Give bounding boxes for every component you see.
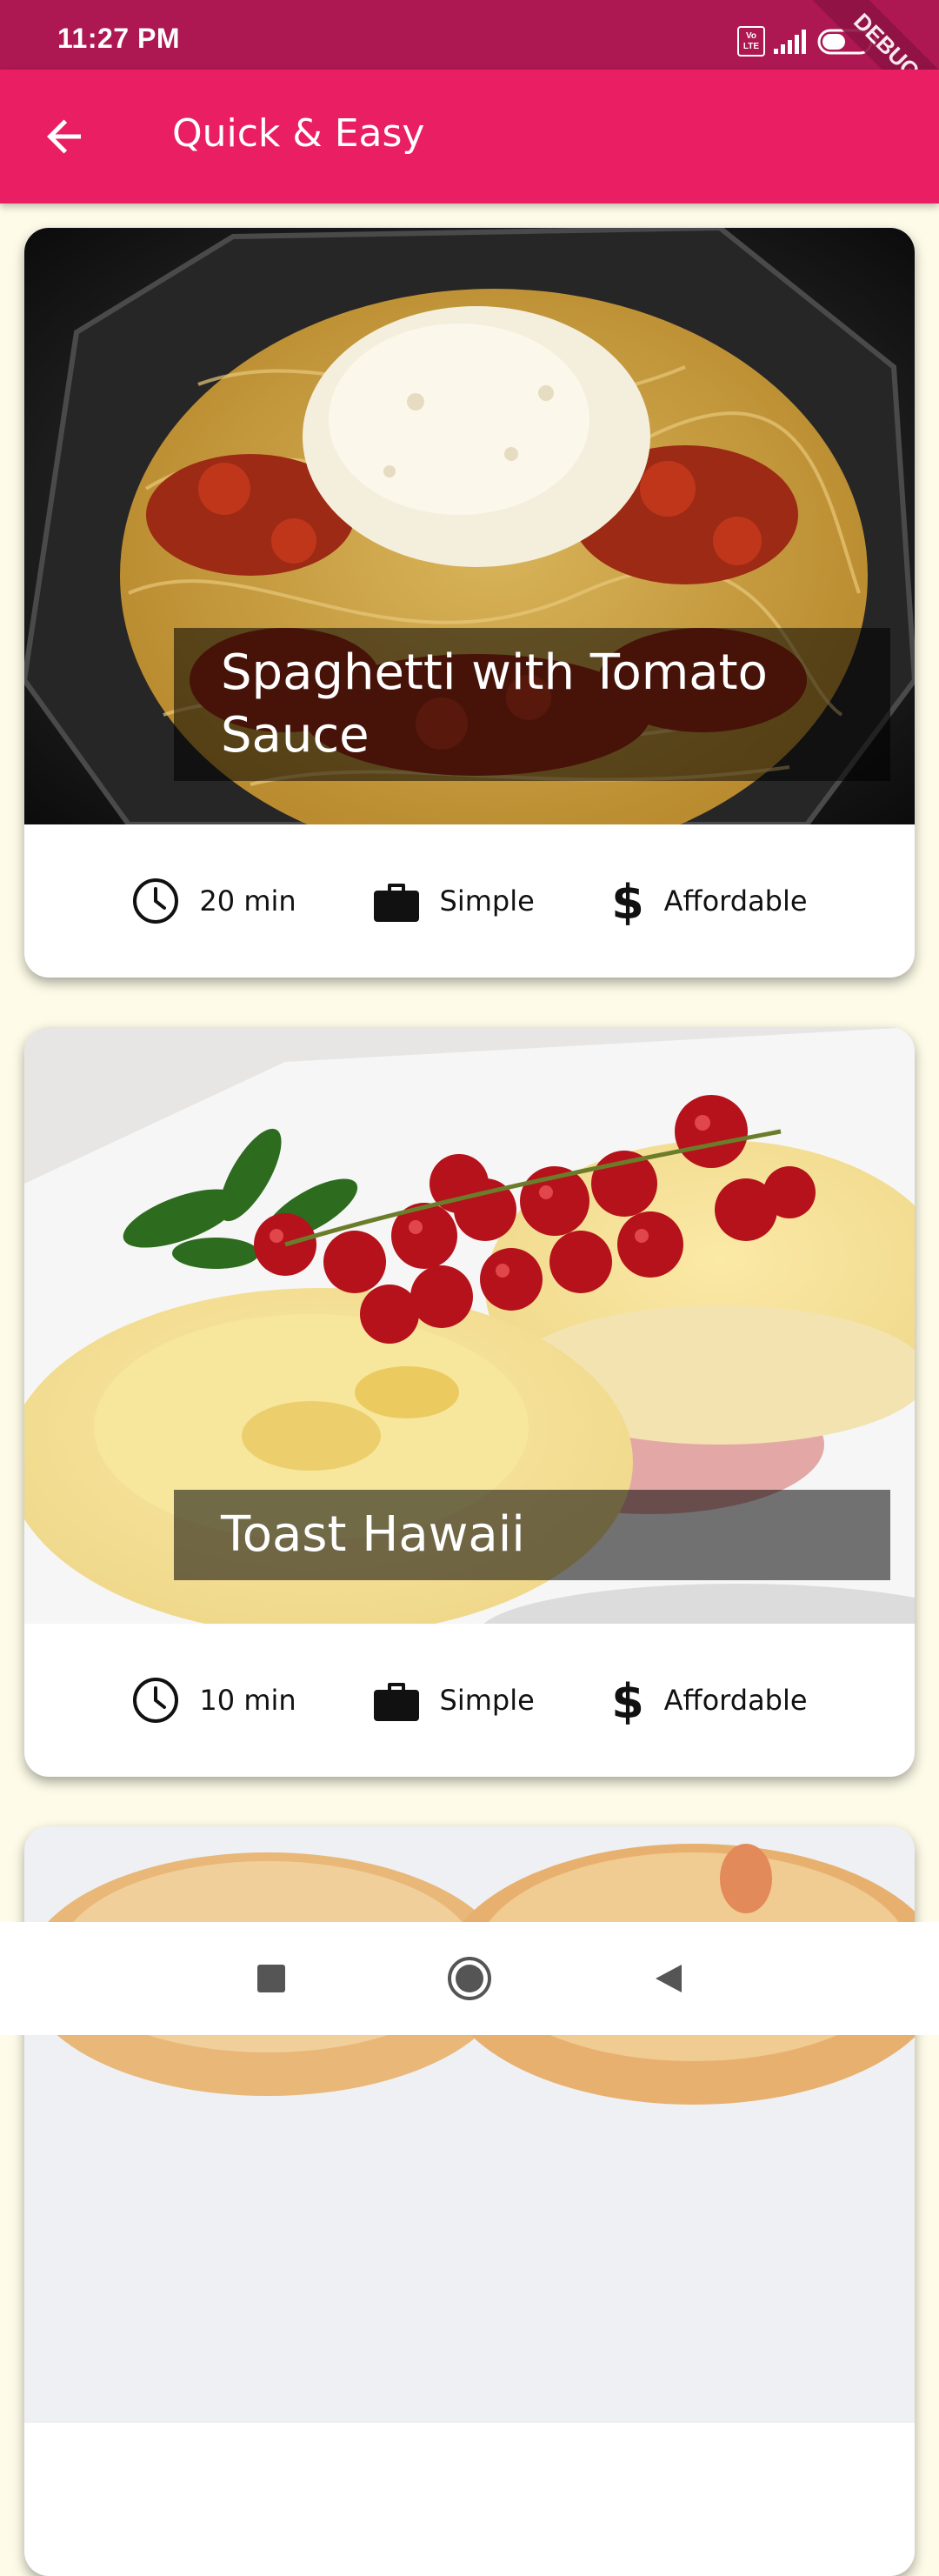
status-bar: 11:27 PM Vo LTE DEBUG bbox=[0, 0, 939, 141]
meal-affordability-text: Affordable bbox=[663, 1684, 808, 1717]
meal-duration: 10 min bbox=[131, 1676, 296, 1725]
signal-icon bbox=[774, 29, 806, 54]
dollar-icon: $ bbox=[611, 877, 644, 925]
app-bar: Quick & Easy bbox=[0, 70, 939, 204]
dollar-icon: $ bbox=[611, 1676, 644, 1725]
meal-card[interactable]: Toast Hawaii 10 min Simple $ Affordable bbox=[24, 1027, 915, 1777]
meal-image-partial bbox=[24, 1826, 915, 2423]
clock-icon bbox=[133, 1678, 179, 1723]
meal-duration-text: 10 min bbox=[199, 1684, 296, 1717]
back-nav-button[interactable] bbox=[650, 1961, 685, 1996]
meal-title-overlay: Toast Hawaii bbox=[174, 1490, 890, 1580]
page-title: Quick & Easy bbox=[172, 111, 425, 156]
meal-duration: 20 min bbox=[131, 877, 296, 925]
clock-icon bbox=[133, 878, 179, 924]
meal-title: Toast Hawaii bbox=[221, 1506, 525, 1563]
meal-image-toast-hawaii: Toast Hawaii bbox=[24, 1027, 915, 1624]
back-button[interactable] bbox=[35, 106, 96, 167]
briefcase-icon bbox=[373, 884, 419, 922]
meal-image-spaghetti: Spaghetti with Tomato Sauce bbox=[24, 228, 915, 824]
meal-complexity-text: Simple bbox=[439, 884, 535, 918]
arrow-back-icon bbox=[47, 119, 81, 154]
status-time: 11:27 PM bbox=[57, 23, 180, 54]
meal-title-overlay: Spaghetti with Tomato Sauce bbox=[174, 628, 890, 781]
system-nav-bar bbox=[0, 1922, 939, 2035]
recents-button[interactable] bbox=[254, 1961, 289, 1996]
meal-meta-row: 20 min Simple $ Affordable bbox=[24, 824, 915, 978]
svg-text:$: $ bbox=[611, 877, 644, 925]
svg-text:Vo: Vo bbox=[746, 31, 756, 41]
meal-meta-row: 10 min Simple $ Affordable bbox=[24, 1624, 915, 1777]
meal-complexity: Simple bbox=[372, 1676, 535, 1725]
meal-complexity-text: Simple bbox=[439, 1684, 535, 1717]
briefcase-icon bbox=[373, 1683, 419, 1721]
home-button[interactable] bbox=[445, 1954, 494, 2003]
volte-icon: Vo LTE bbox=[737, 26, 765, 57]
meal-affordability-text: Affordable bbox=[663, 884, 808, 918]
meal-affordability: $ Affordable bbox=[610, 1676, 808, 1725]
svg-text:$: $ bbox=[611, 1676, 644, 1725]
meal-affordability: $ Affordable bbox=[610, 877, 808, 925]
meal-card[interactable]: Spaghetti with Tomato Sauce 20 min Simpl… bbox=[24, 228, 915, 978]
svg-text:LTE: LTE bbox=[743, 42, 759, 51]
meal-complexity: Simple bbox=[372, 877, 535, 925]
meal-title: Spaghetti with Tomato Sauce bbox=[221, 644, 768, 764]
meal-duration-text: 20 min bbox=[199, 884, 296, 918]
